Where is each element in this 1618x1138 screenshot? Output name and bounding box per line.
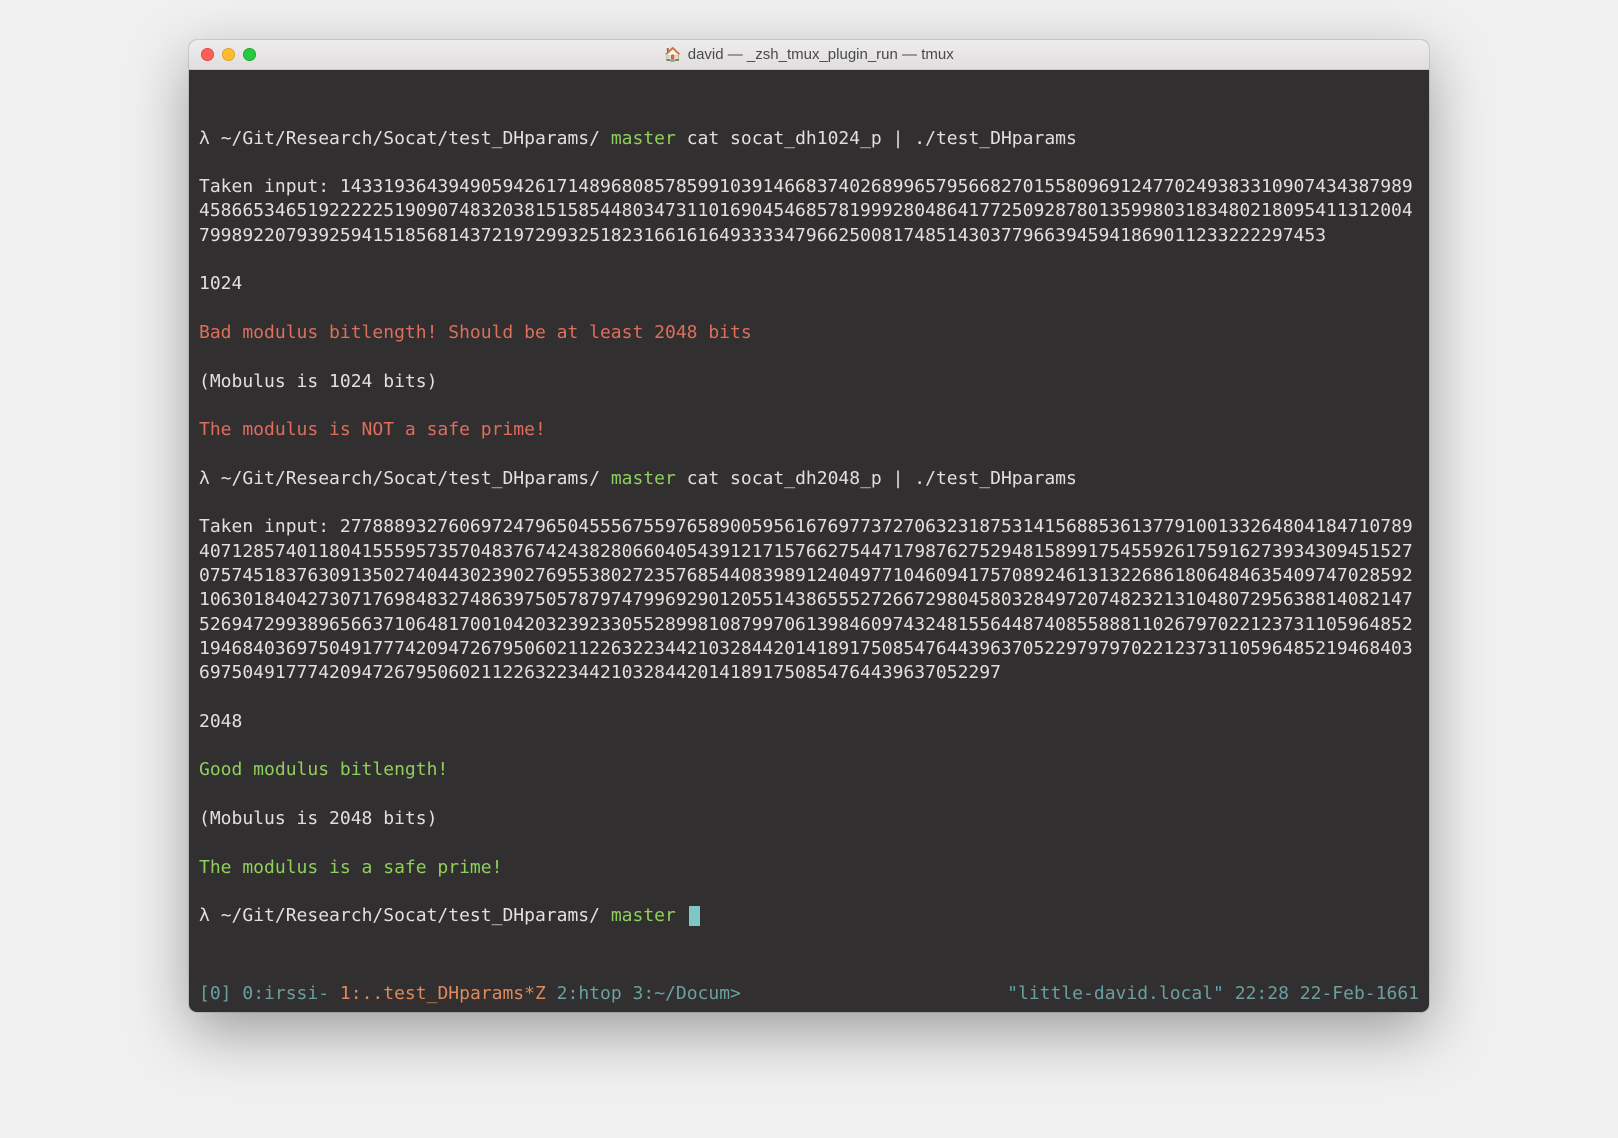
modulus-2: 2778889327606972479650455567559765890059… (199, 516, 1413, 683)
prompt-symbol: λ (199, 905, 210, 926)
git-branch: master (611, 468, 676, 489)
prompt-line-3[interactable]: λ ~/Git/Research/Socat/test_DHparams/ ma… (199, 904, 1419, 928)
status-host: "little-david.local" (1007, 983, 1224, 1004)
ok-bitlength: Good modulus bitlength! (199, 758, 1419, 782)
status-prefix: [0] (199, 983, 242, 1004)
status-right: "little-david.local" 22:28 22-Feb-1661 (1007, 983, 1419, 1004)
zoom-icon[interactable] (243, 48, 256, 61)
titlebar[interactable]: 🏠 david — _zsh_tmux_plugin_run — tmux (189, 40, 1429, 70)
window-title-text: david — _zsh_tmux_plugin_run — tmux (688, 46, 954, 63)
ok-prime: The modulus is a safe prime! (199, 856, 1419, 880)
command-1: cat socat_dh1024_p | ./test_DHparams (687, 128, 1077, 149)
modulus-1: 1433193643949059426171489680857859910391… (199, 176, 1413, 246)
cursor-icon (689, 906, 700, 926)
terminal-body[interactable]: λ ~/Git/Research/Socat/test_DHparams/ ma… (189, 70, 1429, 981)
taken-label-2: Taken input: (199, 516, 329, 537)
tmux-window-3[interactable]: 3:~/Docum> (633, 983, 741, 1004)
home-icon: 🏠 (664, 46, 681, 63)
output-bits-2: 2048 (199, 710, 1419, 734)
taken-label-1: Taken input: (199, 176, 329, 197)
error-prime: The modulus is NOT a safe prime! (199, 418, 1419, 442)
prompt-path: ~/Git/Research/Socat/test_DHparams/ (221, 468, 600, 489)
prompt-path: ~/Git/Research/Socat/test_DHparams/ (221, 905, 600, 926)
window-title: 🏠 david — _zsh_tmux_plugin_run — tmux (189, 46, 1429, 63)
status-left: [0] 0:irssi- 1:..test_DHparams*Z 2:htop … (199, 983, 741, 1004)
output-bits-1: 1024 (199, 272, 1419, 296)
tmux-window-2[interactable]: 2:htop (557, 983, 633, 1004)
minimize-icon[interactable] (222, 48, 235, 61)
tmux-statusbar[interactable]: [0] 0:irssi- 1:..test_DHparams*Z 2:htop … (189, 981, 1429, 1012)
output-taken-2: Taken input: 277888932760697247965045556… (199, 515, 1419, 685)
close-icon[interactable] (201, 48, 214, 61)
git-branch: master (611, 905, 676, 926)
prompt-symbol: λ (199, 128, 210, 149)
prompt-symbol: λ (199, 468, 210, 489)
status-time: 22:28 (1235, 983, 1289, 1004)
terminal-window: 🏠 david — _zsh_tmux_plugin_run — tmux λ … (189, 40, 1429, 1012)
output-taken-1: Taken input: 143319364394905942617148968… (199, 175, 1419, 248)
command-2: cat socat_dh2048_p | ./test_DHparams (687, 468, 1077, 489)
mobulus-note-1: (Mobulus is 1024 bits) (199, 370, 1419, 394)
mobulus-note-2: (Mobulus is 2048 bits) (199, 807, 1419, 831)
status-date: 22-Feb-1661 (1300, 983, 1419, 1004)
traffic-lights (201, 48, 256, 61)
tmux-window-0[interactable]: 0:irssi- (242, 983, 329, 1004)
prompt-path: ~/Git/Research/Socat/test_DHparams/ (221, 128, 600, 149)
prompt-line-2: λ ~/Git/Research/Socat/test_DHparams/ ma… (199, 467, 1419, 491)
tmux-window-1[interactable]: 1:..test_DHparams*Z (340, 983, 546, 1004)
error-bitlength: Bad modulus bitlength! Should be at leas… (199, 321, 1419, 345)
git-branch: master (611, 128, 676, 149)
prompt-line-1: λ ~/Git/Research/Socat/test_DHparams/ ma… (199, 127, 1419, 151)
